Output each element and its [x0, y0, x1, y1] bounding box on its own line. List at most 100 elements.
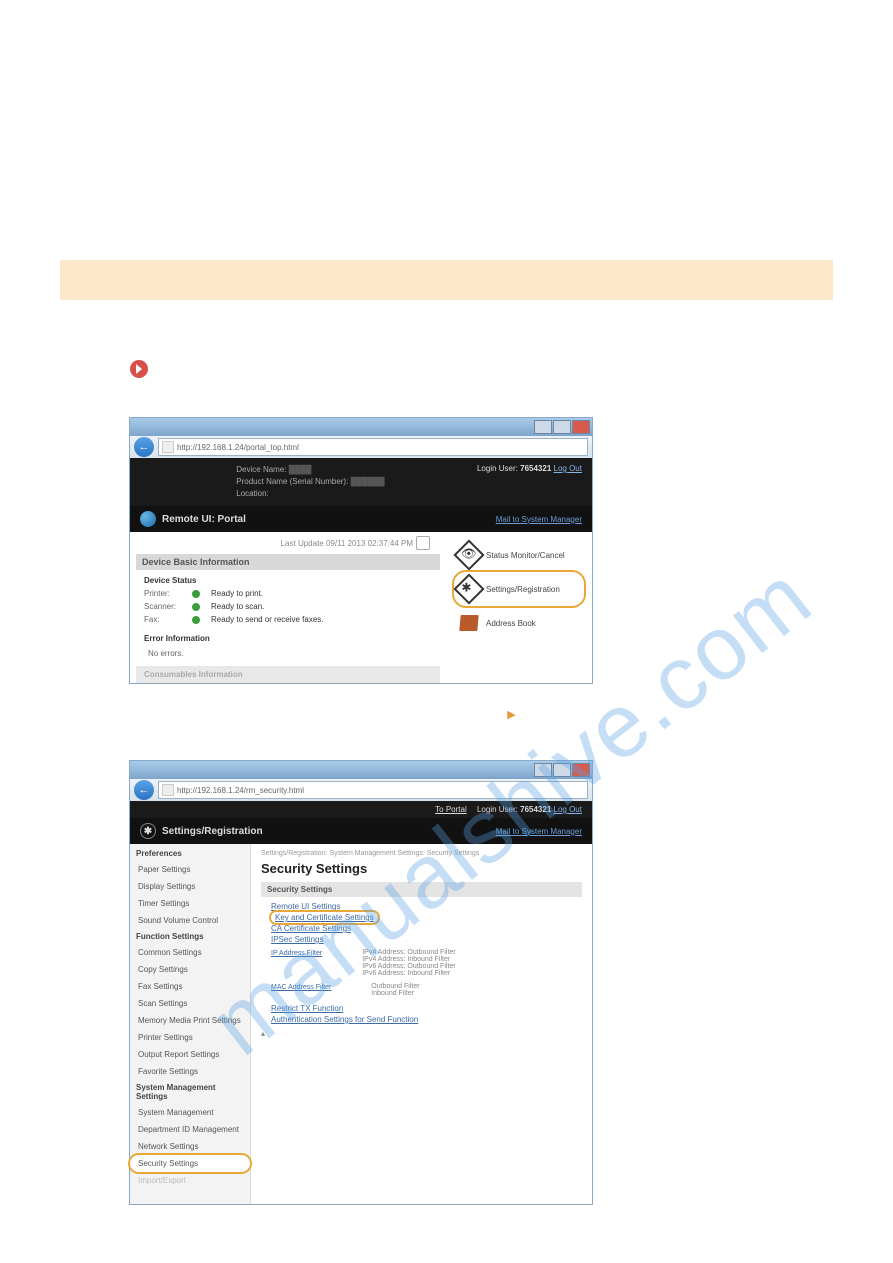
- status-dot-icon: [192, 590, 200, 598]
- play-icon: [130, 360, 148, 378]
- logout-link[interactable]: Log Out: [554, 464, 582, 473]
- url-field[interactable]: http://192.168.1.24/portal_top.html: [158, 438, 588, 456]
- settings-title: Settings/Registration: [162, 826, 263, 837]
- section-header: Security Settings: [261, 882, 582, 897]
- link-ca-cert[interactable]: CA Certificate Settings: [271, 923, 582, 934]
- login-user-value: 7654321: [520, 805, 551, 814]
- address-book-button[interactable]: Address Book: [454, 606, 584, 640]
- nav-item[interactable]: Favorite Settings: [130, 1063, 250, 1080]
- refresh-icon[interactable]: [416, 536, 430, 550]
- settings-nav: Preferences Paper Settings Display Setti…: [130, 844, 251, 1204]
- nav-item[interactable]: Memory Media Print Settings: [130, 1012, 250, 1029]
- device-status-label: Device Status: [144, 574, 432, 587]
- nav-item[interactable]: Printer Settings: [130, 1029, 250, 1046]
- error-info-header: Error Information: [136, 630, 440, 647]
- login-user-label: Login User:: [477, 464, 518, 473]
- status-row: Scanner:Ready to scan.: [144, 600, 432, 613]
- breadcrumb: Settings/Registration: System Management…: [261, 850, 582, 857]
- last-update: Last Update 09/11 2013 02:37:44 PM: [281, 539, 413, 548]
- settings-registration-button[interactable]: ✱ Settings/Registration: [454, 572, 584, 606]
- address-bar: ← http://192.168.1.24/portal_top.html: [130, 436, 592, 458]
- minimize-button[interactable]: [534, 763, 552, 777]
- url-field[interactable]: http://192.168.1.24/rm_security.html: [158, 781, 588, 799]
- page-icon: [162, 784, 174, 796]
- page-title: Security Settings: [261, 861, 582, 876]
- nav-item[interactable]: Output Report Settings: [130, 1046, 250, 1063]
- login-user-value: 7654321: [520, 464, 551, 473]
- nav-item[interactable]: Sound Volume Control: [130, 912, 250, 929]
- close-button[interactable]: [572, 420, 590, 434]
- nav-header-preferences: Preferences: [130, 846, 250, 861]
- nav-item[interactable]: Fax Settings: [130, 978, 250, 995]
- close-button[interactable]: [572, 763, 590, 777]
- mail-manager-link[interactable]: Mail to System Manager: [496, 827, 582, 836]
- collapse-icon[interactable]: ▴: [261, 1029, 582, 1038]
- url-text: http://192.168.1.24/portal_top.html: [177, 443, 299, 452]
- logout-link[interactable]: Log Out: [554, 805, 582, 814]
- filter-item: IPv6 Address: Inbound Filter: [362, 970, 455, 977]
- filter-item: Outbound Filter: [371, 983, 419, 990]
- basic-info-header: Device Basic Information: [136, 554, 440, 570]
- link-remote-ui[interactable]: Remote UI Settings: [271, 901, 582, 912]
- url-text: http://192.168.1.24/rm_security.html: [177, 786, 304, 795]
- nav-item[interactable]: System Management: [130, 1104, 250, 1121]
- error-info-body: No errors.: [136, 647, 440, 660]
- nav-item[interactable]: Display Settings: [130, 878, 250, 895]
- link-ip-filter[interactable]: IP Address Filter: [271, 949, 322, 958]
- nav-header-system: System Management Settings: [130, 1080, 250, 1104]
- header-bar: Device Name: ████ Product Name (Serial N…: [130, 458, 592, 506]
- settings-subbar: ✱Settings/Registration Mail to System Ma…: [130, 818, 592, 844]
- product-name-label: Product Name (Serial Number):: [236, 477, 348, 486]
- status-dot-icon: [192, 616, 200, 624]
- filter-item: IPv4 Address: Inbound Filter: [362, 956, 455, 963]
- address-bar: ← http://192.168.1.24/rm_security.html: [130, 779, 592, 801]
- link-restrict-tx[interactable]: Restrict TX Function: [271, 1003, 582, 1014]
- mail-manager-link[interactable]: Mail to System Manager: [496, 515, 582, 524]
- screenshot-security: ← http://192.168.1.24/rm_security.html T…: [130, 761, 592, 1204]
- consumables-header: Consumables Information: [136, 666, 440, 683]
- header-bar: To Portal Login User: 7654321 Log Out: [130, 801, 592, 818]
- status-monitor-button[interactable]: 👁 Status Monitor/Cancel: [454, 538, 584, 572]
- maximize-button[interactable]: [553, 763, 571, 777]
- nav-item[interactable]: Timer Settings: [130, 895, 250, 912]
- minimize-button[interactable]: [534, 420, 552, 434]
- portal-subbar: Remote UI: Portal Mail to System Manager: [130, 506, 592, 532]
- nav-item-security-settings[interactable]: Security Settings: [130, 1155, 250, 1172]
- back-button[interactable]: ←: [134, 780, 154, 800]
- arrow-down-icon: ▶: [507, 709, 515, 721]
- globe-icon: [140, 511, 156, 527]
- asterisk-icon: ✱: [461, 581, 479, 595]
- nav-header-function: Function Settings: [130, 929, 250, 944]
- link-mac-filter[interactable]: MAC Address Filter: [271, 983, 331, 992]
- filter-item: Inbound Filter: [371, 990, 419, 997]
- nav-item[interactable]: Network Settings: [130, 1138, 250, 1155]
- status-row: Printer:Ready to print.: [144, 587, 432, 600]
- maximize-button[interactable]: [553, 420, 571, 434]
- nav-item[interactable]: Paper Settings: [130, 861, 250, 878]
- link-ipsec[interactable]: IPSec Settings: [271, 934, 582, 945]
- back-button[interactable]: ←: [134, 437, 154, 457]
- nav-item[interactable]: Common Settings: [130, 944, 250, 961]
- login-user-label: Login User:: [477, 805, 518, 814]
- cream-bar: [60, 260, 833, 300]
- logo-area: [140, 464, 144, 480]
- screenshot-portal: ← http://192.168.1.24/portal_top.html De…: [130, 418, 592, 683]
- nav-item[interactable]: Scan Settings: [130, 995, 250, 1012]
- to-portal-link[interactable]: To Portal: [435, 805, 467, 814]
- portal-title: Remote UI: Portal: [162, 514, 246, 525]
- eye-icon: 👁: [461, 547, 479, 561]
- nav-item[interactable]: Import/Export: [130, 1172, 250, 1189]
- nav-item[interactable]: Department ID Management: [130, 1121, 250, 1138]
- window-titlebar: [130, 418, 592, 436]
- location-label: Location:: [236, 489, 268, 498]
- page-icon: [162, 441, 174, 453]
- filter-item: IPv4 Address: Outbound Filter: [362, 949, 455, 956]
- status-row: Fax:Ready to send or receive faxes.: [144, 613, 432, 626]
- window-titlebar: [130, 761, 592, 779]
- link-auth-send[interactable]: Authentication Settings for Send Functio…: [271, 1014, 582, 1025]
- filter-item: IPv6 Address: Outbound Filter: [362, 963, 455, 970]
- nav-item[interactable]: Copy Settings: [130, 961, 250, 978]
- link-key-cert-settings[interactable]: Key and Certificate Settings: [271, 912, 378, 923]
- book-icon: [459, 615, 478, 631]
- device-name-label: Device Name:: [236, 465, 286, 474]
